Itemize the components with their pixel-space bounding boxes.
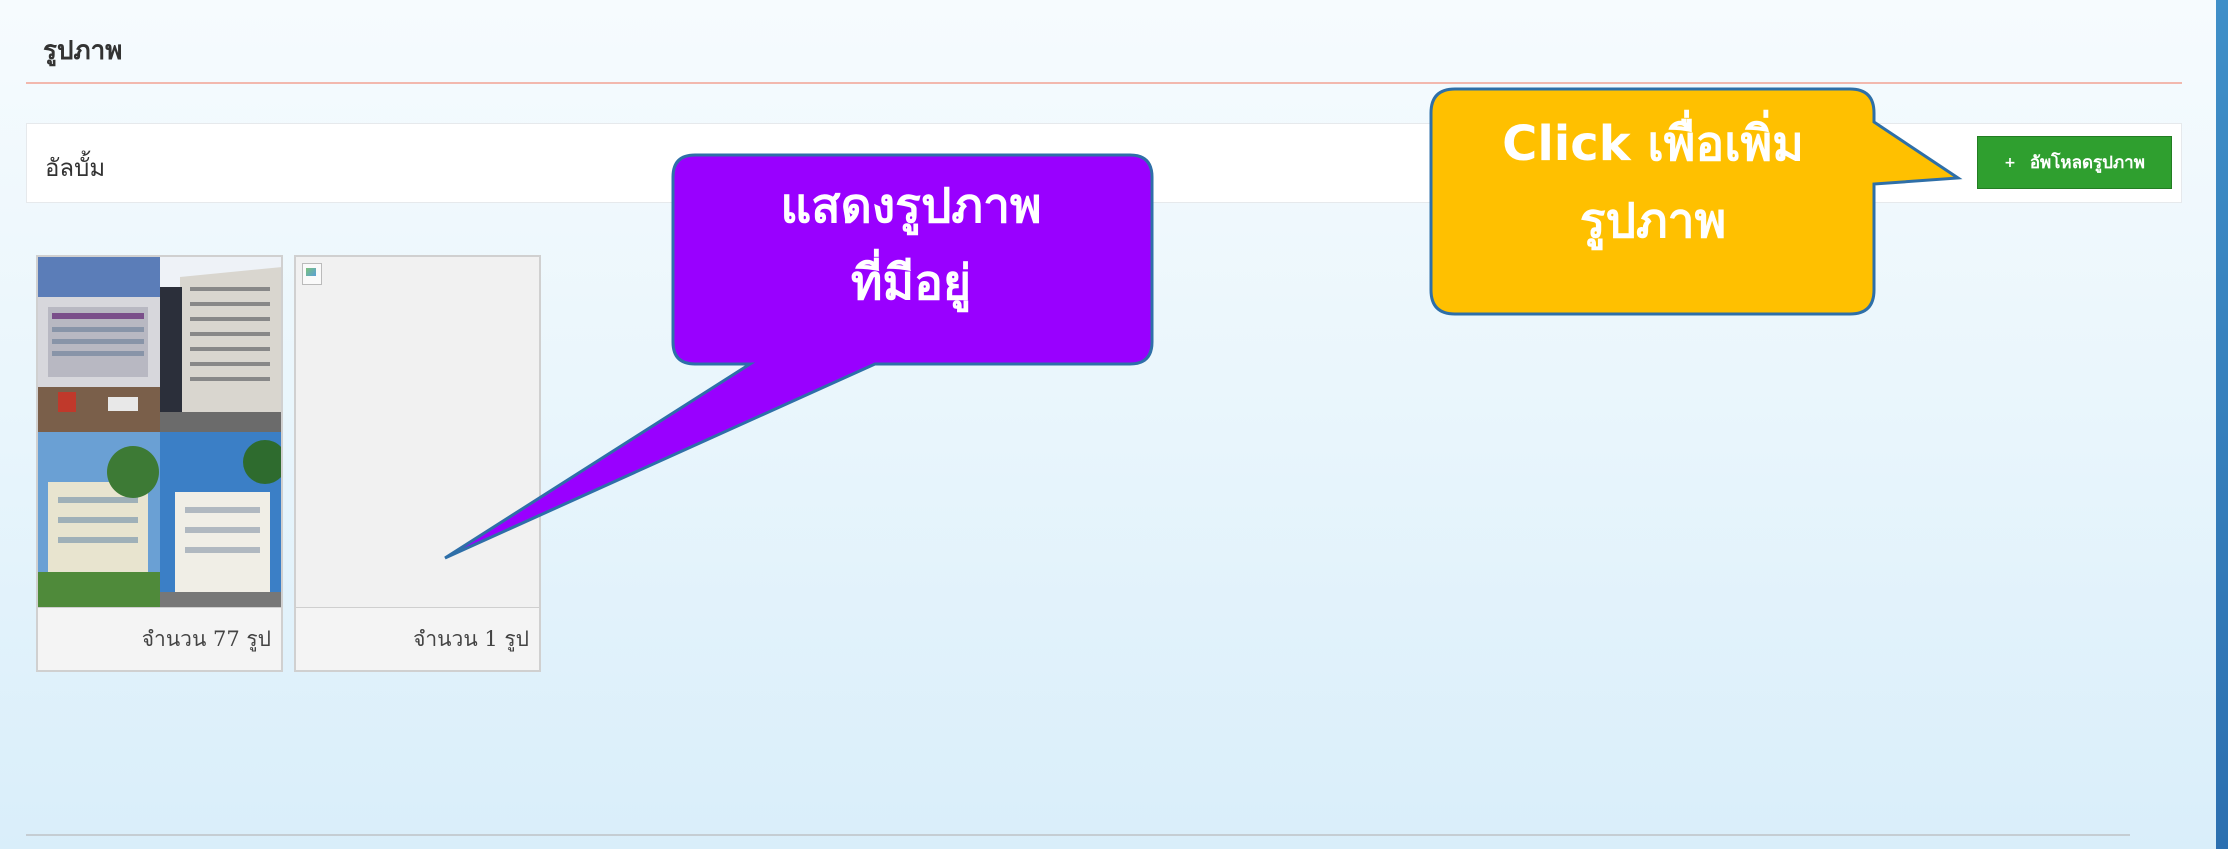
purple-callout-line2: ที่มีอยู่ [850,254,972,311]
purple-callout-text: แสดงรูปภาพ ที่มีอยู่ [672,168,1150,322]
yellow-callout-line1: Click เพื่อเพิ่ม [1502,116,1804,172]
yellow-callout-line2: รูปภาพ [1579,192,1727,249]
purple-callout-line1: แสดงรูปภาพ [780,178,1042,234]
callout-shapes [444,87,1963,560]
yellow-callout-text: Click เพื่อเพิ่ม รูปภาพ [1432,106,1874,260]
